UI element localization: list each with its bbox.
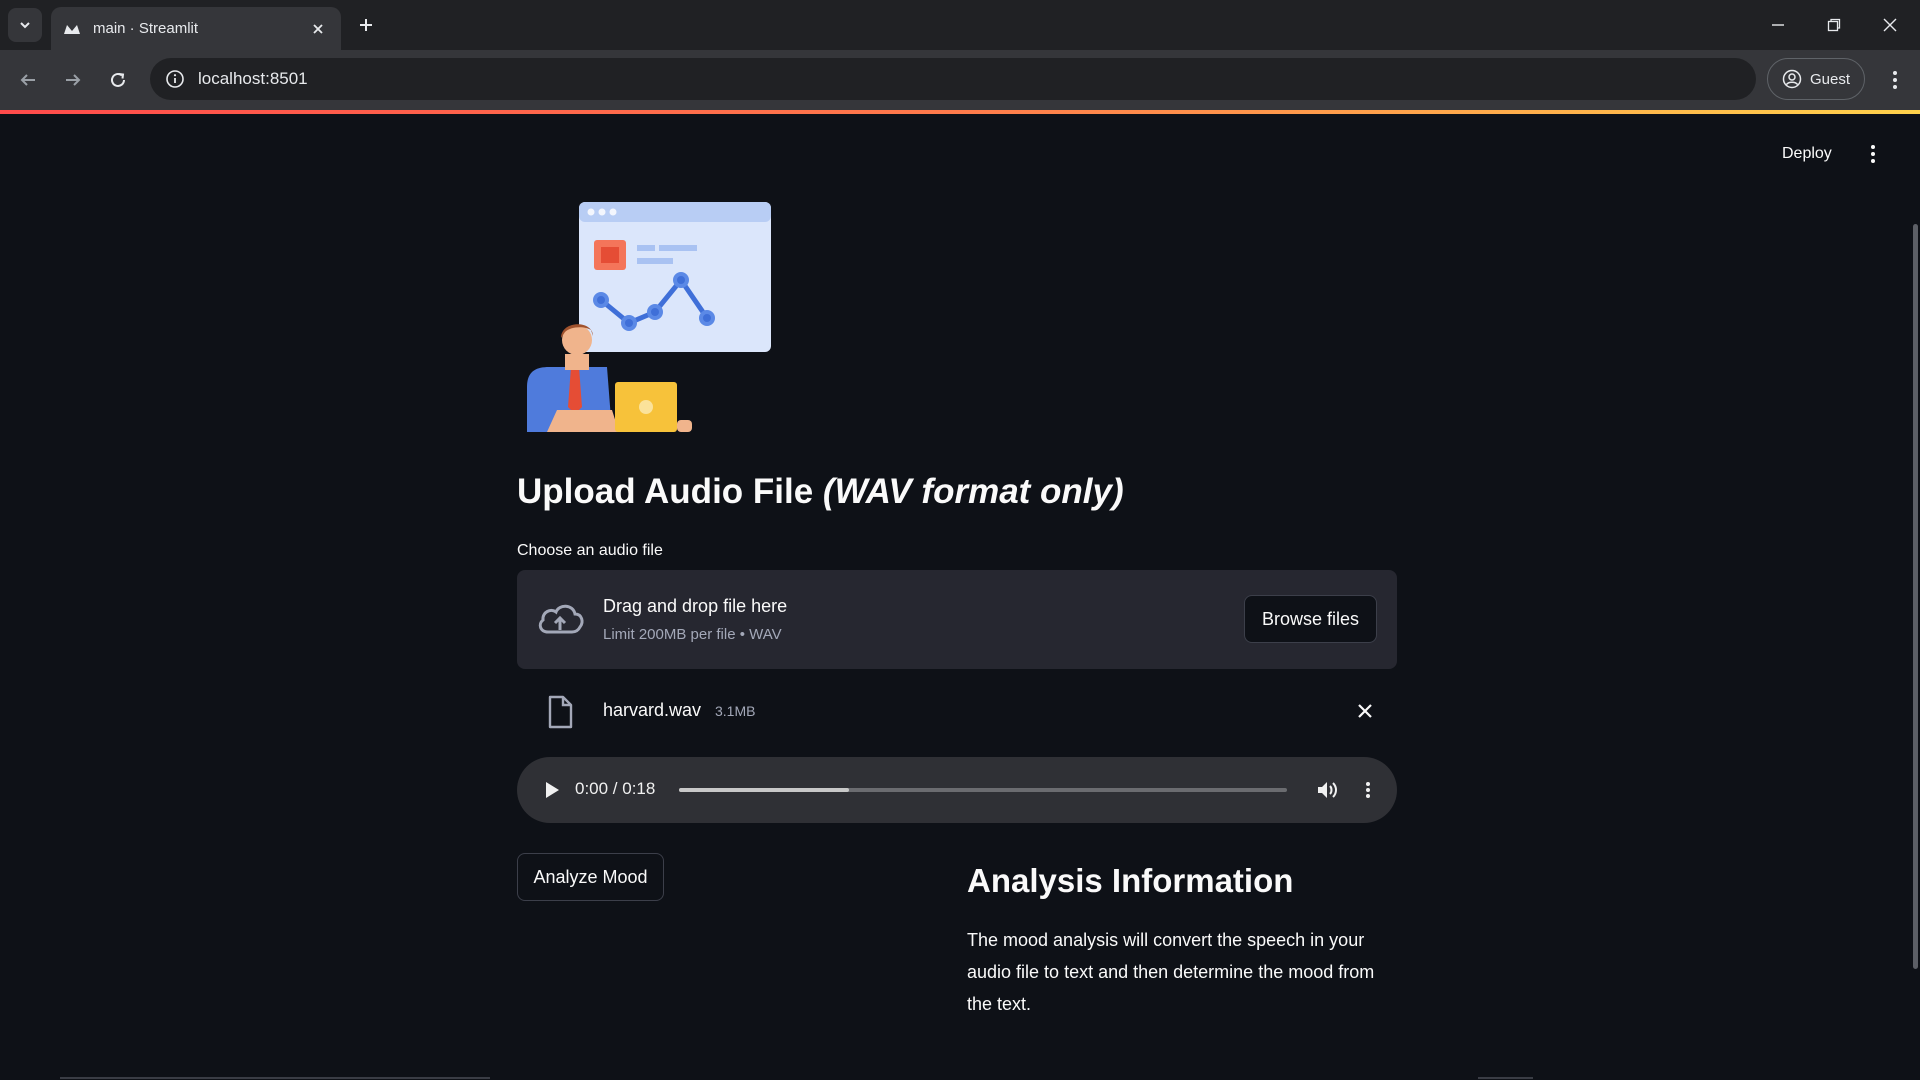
audio-options-icon[interactable] xyxy=(1353,775,1383,805)
upload-heading-note: (WAV format only) xyxy=(822,472,1124,511)
chevron-down-icon xyxy=(20,22,30,29)
profile-icon xyxy=(1782,69,1802,89)
play-icon[interactable] xyxy=(537,775,567,805)
profile-label: Guest xyxy=(1809,70,1851,88)
file-size: 3.1MB xyxy=(715,703,756,719)
minimize-icon xyxy=(1772,24,1784,26)
new-tab-button[interactable] xyxy=(353,12,379,38)
tab-strip: main · Streamlit xyxy=(0,0,1920,50)
streamlit-app: Deploy Upload Audio File (WAV format onl… xyxy=(0,114,1920,1080)
file-icon xyxy=(548,695,573,729)
bottom-divider-right xyxy=(1478,1077,1533,1079)
remove-file-icon[interactable] xyxy=(1353,699,1377,723)
minimize-button[interactable] xyxy=(1750,0,1806,50)
audio-time: 0:00 / 0:18 xyxy=(575,779,656,798)
dropzone-title: Drag and drop file here xyxy=(603,596,788,616)
page-scrollbar[interactable] xyxy=(1913,224,1918,969)
deploy-button[interactable]: Deploy xyxy=(1770,139,1844,169)
info-icon[interactable] xyxy=(164,68,186,90)
tab-title: main · Streamlit xyxy=(93,20,199,37)
back-button[interactable] xyxy=(13,65,43,95)
profile-button[interactable]: Guest xyxy=(1767,58,1865,100)
audio-player: 0:00 / 0:18 xyxy=(517,757,1397,823)
dropzone-limit: Limit 200MB per file • WAV xyxy=(603,626,782,643)
browser-window: main · Streamlit localhost:8501 Guest De… xyxy=(0,0,1920,1080)
reload-button[interactable] xyxy=(103,65,133,95)
volume-icon[interactable] xyxy=(1312,775,1342,805)
uploaded-file: harvard.wav 3.1MB xyxy=(517,687,1397,737)
restore-icon xyxy=(1827,18,1841,32)
more-vertical-icon xyxy=(1871,145,1875,163)
close-window-button[interactable] xyxy=(1862,0,1918,50)
browser-menu-button[interactable] xyxy=(1880,65,1910,95)
analyze-mood-button[interactable]: Analyze Mood xyxy=(517,853,664,901)
file-name: harvard.wav xyxy=(603,700,702,720)
bottom-divider xyxy=(60,1077,490,1079)
upload-heading: Upload Audio File (WAV format only) xyxy=(517,472,1124,512)
browser-tab[interactable]: main · Streamlit xyxy=(51,7,341,50)
tab-search-button[interactable] xyxy=(8,8,42,42)
analytics-illustration xyxy=(527,202,771,432)
arrow-left-icon xyxy=(20,74,35,86)
audio-buffered xyxy=(679,788,850,792)
url-text[interactable]: localhost:8501 xyxy=(198,69,308,89)
close-icon xyxy=(1883,18,1897,32)
reload-icon xyxy=(111,72,125,87)
browser-toolbar: localhost:8501 Guest xyxy=(0,50,1920,110)
analysis-description: The mood analysis will convert the speec… xyxy=(967,930,1375,1014)
streamlit-favicon-icon xyxy=(63,20,81,38)
upload-heading-text: Upload Audio File xyxy=(517,472,814,511)
file-dropzone[interactable]: Drag and drop file here Limit 200MB per … xyxy=(517,570,1397,669)
tab-close-icon[interactable] xyxy=(307,18,329,40)
app-menu-button[interactable] xyxy=(1858,139,1888,169)
forward-button[interactable] xyxy=(58,65,88,95)
audio-seek-bar[interactable] xyxy=(679,788,1287,792)
uploader-label: Choose an audio file xyxy=(517,542,663,559)
more-vertical-icon xyxy=(1893,71,1897,89)
address-bar[interactable]: localhost:8501 xyxy=(150,58,1756,100)
analysis-heading: Analysis Information xyxy=(967,862,1294,899)
arrow-right-icon xyxy=(66,74,81,86)
cloud-upload-icon xyxy=(538,604,584,634)
restore-button[interactable] xyxy=(1806,0,1862,50)
browse-files-button[interactable]: Browse files xyxy=(1244,595,1377,643)
plus-icon xyxy=(360,19,372,31)
